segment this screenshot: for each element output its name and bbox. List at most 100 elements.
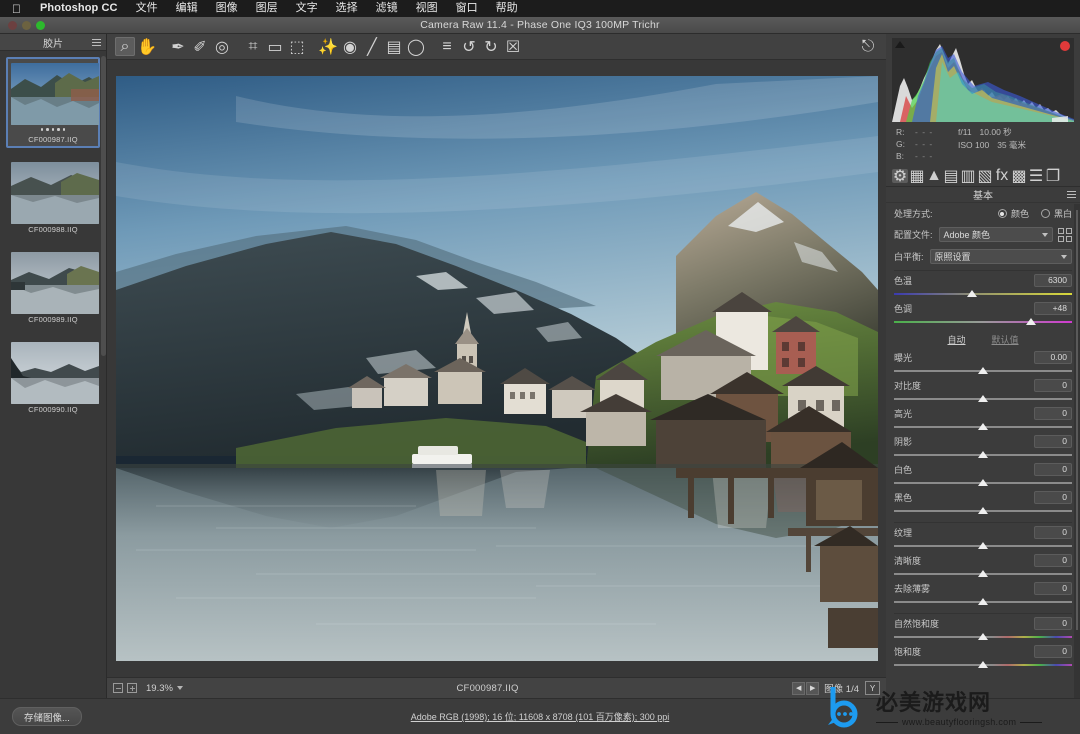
snapshots-tab-icon[interactable]: ❐: [1045, 168, 1061, 185]
rgb-g-value: - - -: [915, 139, 934, 149]
treatment-bw-label[interactable]: 黑白: [1054, 207, 1072, 220]
effects-tab-icon[interactable]: fx: [994, 167, 1010, 184]
graduated-filter-tool-icon[interactable]: ▤: [384, 37, 404, 56]
shadows-track[interactable]: [894, 450, 1072, 460]
blacks-knob: [978, 507, 988, 514]
zoom-level-value[interactable]: 19.3%: [146, 683, 173, 694]
filmstrip-menu-icon[interactable]: [92, 39, 101, 46]
radial-filter-tool-icon[interactable]: ◯: [406, 37, 426, 56]
profile-select[interactable]: Adobe 颜色: [938, 227, 1053, 242]
transform-tool-icon[interactable]: ⬚: [287, 37, 307, 56]
tone-curve-tab-icon[interactable]: ▦: [909, 168, 925, 185]
right-panel-scroll-thumb[interactable]: [1076, 210, 1078, 630]
highlights-track[interactable]: [894, 422, 1072, 432]
default-link[interactable]: 默认值: [992, 333, 1019, 346]
menu-item-select[interactable]: 选择: [327, 0, 367, 17]
contrast-value[interactable]: 0: [1034, 379, 1072, 392]
white-balance-tool-icon[interactable]: ✒: [168, 37, 188, 56]
filmstrip-item-cf000987[interactable]: CF000987.IIQ: [6, 57, 100, 148]
highlights-value[interactable]: 0: [1034, 407, 1072, 420]
menu-item-help[interactable]: 帮助: [487, 0, 527, 17]
apple-logo-icon[interactable]: : [8, 3, 31, 15]
hand-tool-icon[interactable]: ✋: [137, 37, 157, 56]
contrast-track[interactable]: [894, 394, 1072, 404]
adjustment-brush-tool-icon[interactable]: ╱: [362, 37, 382, 56]
menu-item-view[interactable]: 视图: [407, 0, 447, 17]
texture-track[interactable]: [894, 541, 1072, 551]
treatment-color-label[interactable]: 颜色: [1011, 207, 1029, 220]
zoom-in-icon[interactable]: [127, 683, 137, 693]
rating-stars[interactable]: [11, 125, 95, 134]
menu-item-filter[interactable]: 滤镜: [367, 0, 407, 17]
filmstrip-scrollbar[interactable]: [101, 56, 106, 356]
menu-item-image[interactable]: 图像: [207, 0, 247, 17]
detail-tab-icon[interactable]: ▲: [926, 167, 942, 184]
filmstrip-item-cf000990[interactable]: CF000990.IIQ: [6, 336, 100, 418]
menu-item-type[interactable]: 文字: [287, 0, 327, 17]
blacks-track[interactable]: [894, 506, 1072, 516]
auto-link[interactable]: 自动: [947, 333, 965, 346]
menu-item-app[interactable]: Photoshop CC: [31, 0, 127, 17]
spot-removal-tool-icon[interactable]: ✨: [318, 37, 338, 56]
filmstrip-item-cf000988[interactable]: CF000988.IIQ: [6, 156, 100, 238]
zoom-tool-icon[interactable]: ⌕: [115, 37, 135, 56]
dehaze-track[interactable]: [894, 597, 1072, 607]
clarity-track[interactable]: [894, 569, 1072, 579]
exposure-value[interactable]: 0.00: [1034, 351, 1072, 364]
saturation-track[interactable]: [894, 660, 1072, 670]
texture-value[interactable]: 0: [1034, 526, 1072, 539]
color-sampler-tool-icon[interactable]: ✐: [190, 37, 210, 56]
profile-label: 配置文件:: [894, 230, 933, 240]
panel-menu-icon[interactable]: [1067, 191, 1076, 198]
profile-browser-icon[interactable]: [1058, 227, 1072, 242]
zoom-out-icon[interactable]: [113, 683, 123, 693]
basic-tab-icon[interactable]: ⚙: [892, 168, 908, 185]
crop-tool-icon[interactable]: ⌗: [243, 37, 263, 56]
preferences-tool-icon[interactable]: ≡: [437, 37, 457, 56]
whites-track[interactable]: [894, 478, 1072, 488]
fullscreen-toggle-icon[interactable]: ⎋: [858, 37, 878, 56]
tint-value[interactable]: +48: [1034, 302, 1072, 315]
filmstrip-item-cf000989[interactable]: CF000989.IIQ: [6, 246, 100, 328]
straighten-tool-icon[interactable]: ▭: [265, 37, 285, 56]
temperature-track[interactable]: [894, 289, 1072, 299]
hsl-adjustments-tab-icon[interactable]: ▤: [943, 168, 959, 185]
menu-item-file[interactable]: 文件: [127, 0, 167, 17]
temperature-value[interactable]: 6300: [1034, 274, 1072, 287]
next-image-icon[interactable]: ▶: [806, 681, 820, 695]
lens-corrections-tab-icon[interactable]: ▧: [977, 168, 993, 185]
split-toning-tab-icon[interactable]: ▥: [960, 168, 976, 185]
shadows-value[interactable]: 0: [1034, 435, 1072, 448]
menu-item-layer[interactable]: 图层: [247, 0, 287, 17]
vibrance-track[interactable]: [894, 632, 1072, 642]
treatment-bw-radio[interactable]: [1040, 209, 1050, 218]
whites-value[interactable]: 0: [1034, 463, 1072, 476]
prev-image-icon[interactable]: ◀: [792, 681, 806, 695]
calibration-tab-icon[interactable]: ▩: [1011, 168, 1027, 185]
menu-item-window[interactable]: 窗口: [447, 0, 487, 17]
vibrance-value[interactable]: 0: [1034, 617, 1072, 630]
tint-track[interactable]: [894, 317, 1072, 327]
white-balance-select[interactable]: 原照设置: [929, 249, 1072, 264]
rotate-cw-tool-icon[interactable]: ↻: [481, 37, 501, 56]
slider-dehaze: 去除薄雾 0: [886, 579, 1080, 607]
clarity-value[interactable]: 0: [1034, 554, 1072, 567]
blacks-value[interactable]: 0: [1034, 491, 1072, 504]
saturation-value[interactable]: 0: [1034, 645, 1072, 658]
highlight-clipping-icon[interactable]: [1060, 41, 1070, 51]
exposure-track[interactable]: [894, 366, 1072, 376]
rotate-ccw-tool-icon[interactable]: ↺: [459, 37, 479, 56]
delete-tool-icon[interactable]: ☒: [503, 37, 523, 56]
presets-tab-icon[interactable]: ☰: [1028, 168, 1044, 185]
thumbnail-filename: CF000990.IIQ: [28, 405, 78, 414]
image-navigation[interactable]: ◀ ▶: [792, 681, 820, 695]
red-eye-tool-icon[interactable]: ◉: [340, 37, 360, 56]
slider-tint: 色调 +48: [886, 299, 1080, 327]
targeted-adjustment-tool-icon[interactable]: ◎: [212, 37, 232, 56]
shadow-clipping-icon[interactable]: [895, 41, 905, 48]
center-column: ⌕ ✋ ✒ ✐ ◎ ⌗ ▭ ⬚ ✨ ◉ ╱ ▤ ◯ ≡ ↺ ↻ ☒ ⎋ 19.3…: [107, 34, 886, 698]
treatment-color-radio[interactable]: [997, 209, 1007, 218]
image-canvas-area[interactable]: [107, 60, 886, 677]
menu-item-edit[interactable]: 编辑: [167, 0, 207, 17]
dehaze-value[interactable]: 0: [1034, 582, 1072, 595]
